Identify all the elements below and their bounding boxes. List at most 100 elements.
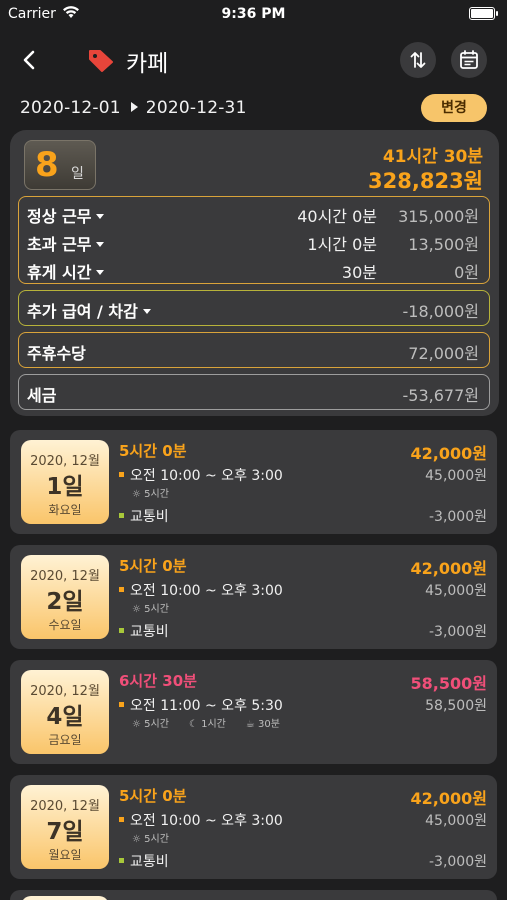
day-card[interactable]: 2020, 12월 4일 금요일 6시간 30분 58,500원 오전 11:0… bbox=[10, 660, 497, 764]
caret-down-icon bbox=[142, 309, 151, 314]
sort-button[interactable] bbox=[400, 42, 436, 78]
normal-detail: ☼ 5시간 bbox=[132, 489, 169, 500]
nav-bar: 카페 bbox=[0, 38, 507, 82]
shift-time: 오전 10:00 ~ 오후 3:00 bbox=[119, 810, 283, 830]
shift-time-text: 오전 11:00 ~ 오후 5:30 bbox=[130, 698, 283, 714]
transport-label: 교통비 bbox=[130, 624, 169, 640]
transport-item: 교통비 bbox=[119, 851, 169, 871]
date-weekday: 수요일 bbox=[48, 618, 82, 632]
extra-pay-label: 추가 급여 / 차감 bbox=[27, 298, 151, 322]
normal-work-row[interactable]: 정상 근무 40시간 0분 315,000원 bbox=[19, 199, 489, 227]
extra-pay-row: 추가 급여 / 차감 -18,000원 bbox=[19, 291, 489, 322]
bullet-icon bbox=[119, 513, 124, 518]
date-weekday: 월요일 bbox=[48, 848, 82, 862]
shift-time: 오전 10:00 ~ 오후 3:00 bbox=[119, 580, 283, 600]
overtime-amount: 13,500원 bbox=[408, 235, 479, 254]
shift-detail: ☼ 5시간 bbox=[132, 485, 189, 500]
break-detail: ☕ 30분 bbox=[245, 719, 280, 730]
date-tile: 2020, 12월 1일 화요일 bbox=[21, 440, 109, 524]
overtime-row[interactable]: 초과 근무 1시간 0분 13,500원 bbox=[19, 227, 489, 255]
shift-detail: ☼ 5시간 bbox=[132, 600, 189, 615]
date-tile: 2020, 12월 7일 월요일 bbox=[21, 785, 109, 869]
work-days-unit: 일 bbox=[71, 166, 84, 182]
transport-item: 교통비 bbox=[119, 621, 169, 641]
shift-pay: 45,000원 bbox=[425, 813, 487, 829]
total-hours: 41시간 30분 bbox=[382, 147, 483, 167]
date-day: 7일 bbox=[46, 819, 84, 845]
battery-icon bbox=[469, 7, 498, 20]
transport-label: 교통비 bbox=[130, 509, 169, 525]
bullet-icon bbox=[119, 702, 124, 707]
extra-pay-box[interactable]: 추가 급여 / 차감 -18,000원 bbox=[18, 290, 490, 326]
normal-work-label: 정상 근무 bbox=[27, 203, 105, 227]
date-day: 2일 bbox=[46, 589, 84, 615]
bullet-icon bbox=[119, 472, 124, 477]
swap-vertical-icon bbox=[410, 52, 426, 68]
bullet-icon bbox=[119, 628, 124, 633]
transport-label: 교통비 bbox=[130, 854, 169, 870]
extra-pay-amount: -18,000원 bbox=[402, 302, 479, 321]
summary-card: 8 일 41시간 30분 328,823원 정상 근무 40시간 0분 315,… bbox=[10, 130, 499, 416]
day-card[interactable]: 2020, 12월 2일 수요일 5시간 0분 42,000원 오전 10:00… bbox=[10, 545, 497, 649]
day-total: 42,000원 bbox=[410, 559, 487, 578]
normal-detail: ☼ 5시간 bbox=[132, 834, 169, 845]
transport-amount: -3,000원 bbox=[428, 854, 487, 870]
day-card[interactable]: 2020, 12월 1일 화요일 5시간 0분 42,000원 오전 10:00… bbox=[10, 430, 497, 534]
tax-label: 세금 bbox=[27, 386, 57, 405]
bullet-icon bbox=[119, 587, 124, 592]
holiday-allowance-amount: 72,000원 bbox=[408, 344, 479, 363]
calendar-button[interactable] bbox=[451, 42, 487, 78]
extra-pay-label-text: 추가 급여 / 차감 bbox=[27, 302, 138, 321]
normal-detail: ☼ 5시간 bbox=[132, 604, 169, 615]
end-date: 2020-12-31 bbox=[145, 98, 247, 118]
shift-time: 오전 10:00 ~ 오후 3:00 bbox=[119, 465, 283, 485]
shift-pay: 45,000원 bbox=[425, 583, 487, 599]
normal-work-label-text: 정상 근무 bbox=[27, 207, 92, 226]
break-label: 휴게 시간 bbox=[27, 259, 105, 283]
start-date: 2020-12-01 bbox=[20, 98, 121, 118]
date-day: 1일 bbox=[46, 474, 84, 500]
break-row[interactable]: 휴게 시간 30분 0원 bbox=[19, 255, 489, 283]
shift-time-text: 오전 10:00 ~ 오후 3:00 bbox=[130, 583, 283, 599]
day-hours: 5시간 0분 bbox=[119, 557, 187, 575]
change-period-button[interactable]: 변경 bbox=[421, 94, 487, 122]
shift-time: 오전 11:00 ~ 오후 5:30 bbox=[119, 695, 283, 715]
normal-detail-text: 5시간 bbox=[144, 834, 169, 845]
calendar-icon bbox=[460, 50, 478, 69]
normal-work-hours: 40시간 0분 bbox=[297, 207, 377, 226]
work-days-badge: 8 일 bbox=[24, 140, 96, 190]
shift-pay: 45,000원 bbox=[425, 468, 487, 484]
day-hours: 5시간 0분 bbox=[119, 787, 187, 805]
break-hours: 30분 bbox=[341, 263, 377, 282]
overtime-label-text: 초과 근무 bbox=[27, 235, 92, 254]
date-range: 2020-12-01 2020-12-31 bbox=[20, 98, 247, 118]
break-detail-text: 30분 bbox=[258, 719, 280, 730]
date-day: 4일 bbox=[46, 704, 84, 730]
shift-time-text: 오전 10:00 ~ 오후 3:00 bbox=[130, 813, 283, 829]
date-tile-partial bbox=[21, 896, 109, 900]
day-total: 58,500원 bbox=[410, 674, 487, 693]
date-tile: 2020, 12월 4일 금요일 bbox=[21, 670, 109, 754]
date-tile: 2020, 12월 2일 수요일 bbox=[21, 555, 109, 639]
day-total: 42,000원 bbox=[410, 444, 487, 463]
shift-detail: ☼ 5시간 ☾ 1시간 ☕ 30분 bbox=[132, 715, 300, 730]
holiday-allowance-row: 주휴수당 72,000원 bbox=[19, 333, 489, 363]
holiday-allowance-label: 주휴수당 bbox=[27, 344, 86, 363]
transport-amount: -3,000원 bbox=[428, 509, 487, 525]
shift-detail: ☼ 5시간 bbox=[132, 830, 189, 845]
back-chevron-icon[interactable] bbox=[16, 46, 44, 74]
day-total: 42,000원 bbox=[410, 789, 487, 808]
break-label-text: 휴게 시간 bbox=[27, 263, 92, 282]
page-title: 카페 bbox=[126, 51, 169, 77]
normal-work-amount: 315,000원 bbox=[398, 207, 479, 226]
holiday-allowance-box: 주휴수당 72,000원 bbox=[18, 332, 490, 368]
transport-amount: -3,000원 bbox=[428, 624, 487, 640]
day-hours: 6시간 30분 bbox=[119, 672, 197, 690]
caret-down-icon bbox=[96, 270, 105, 275]
shift-time-text: 오전 10:00 ~ 오후 3:00 bbox=[130, 468, 283, 484]
overtime-label: 초과 근무 bbox=[27, 231, 105, 255]
break-amount: 0원 bbox=[454, 263, 479, 282]
bullet-icon bbox=[119, 858, 124, 863]
tax-box: 세금 -53,677원 bbox=[18, 374, 490, 410]
day-card[interactable]: 2020, 12월 7일 월요일 5시간 0분 42,000원 오전 10:00… bbox=[10, 775, 497, 879]
